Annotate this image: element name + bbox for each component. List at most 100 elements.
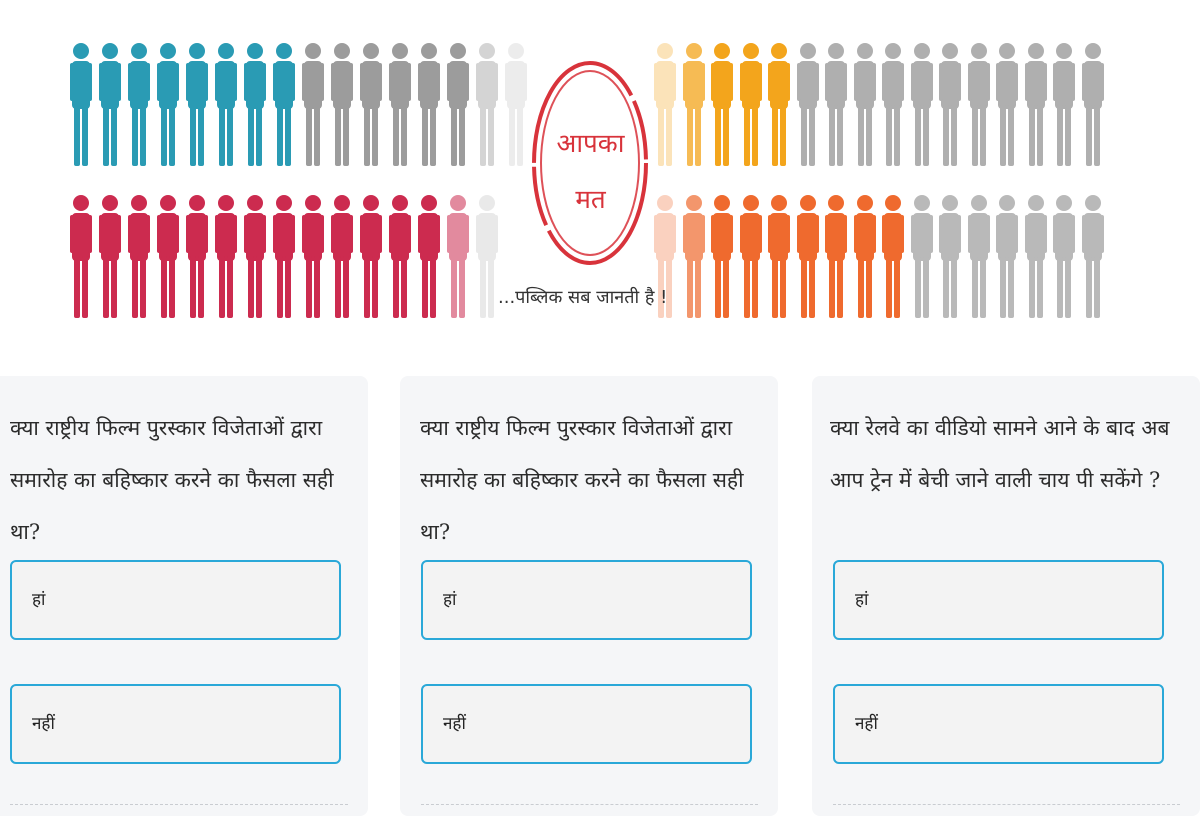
poll-question: क्या राष्ट्रीय फिल्म पुरस्कार विजेताओं द… xyxy=(10,416,334,544)
person-figure-icon xyxy=(302,43,324,166)
person-figure-icon xyxy=(853,43,876,166)
person-figure xyxy=(186,42,208,168)
option-no-button[interactable]: नहीं xyxy=(10,684,341,764)
person-figure xyxy=(99,42,121,168)
person-figure-icon xyxy=(360,43,382,166)
person-figure xyxy=(99,194,121,320)
person-figure-icon xyxy=(389,43,411,166)
option-label: हां xyxy=(443,590,457,610)
person-figure xyxy=(853,42,876,168)
person-figure-icon xyxy=(215,195,237,318)
person-figure xyxy=(825,42,847,168)
person-figure xyxy=(70,194,92,320)
poll-card: क्या राष्ट्रीय फिल्म पुरस्कार विजेताओं द… xyxy=(400,376,778,816)
person-figure xyxy=(447,194,469,320)
person-figure-icon xyxy=(157,195,179,318)
person-figure-icon xyxy=(360,195,382,318)
person-figure-icon xyxy=(768,195,790,318)
person-figure-icon xyxy=(1081,43,1104,166)
person-figure xyxy=(447,42,469,168)
person-figure xyxy=(331,194,353,320)
person-figure xyxy=(1053,194,1075,320)
person-figure xyxy=(389,194,411,320)
person-figure-icon xyxy=(1053,195,1075,318)
person-figure xyxy=(910,194,933,320)
person-figure xyxy=(505,42,527,168)
person-figure xyxy=(418,194,440,320)
poll-card: क्या रेलवे का वीडियो सामने आने के बाद अब… xyxy=(812,376,1200,816)
person-figure xyxy=(418,42,440,168)
option-no-button[interactable]: नहीं xyxy=(421,684,752,764)
option-label: नहीं xyxy=(855,714,878,734)
person-figure xyxy=(1024,194,1047,320)
card-divider xyxy=(833,804,1180,805)
option-label: नहीं xyxy=(32,714,55,734)
person-figure-icon xyxy=(128,195,150,318)
option-label: नहीं xyxy=(443,714,466,734)
person-figure-icon xyxy=(654,43,676,166)
person-figure xyxy=(1024,42,1047,168)
person-figure-icon xyxy=(70,43,92,166)
person-figure xyxy=(882,194,904,320)
person-figure-icon xyxy=(853,195,876,318)
person-figure-icon xyxy=(939,43,961,166)
person-figure xyxy=(939,42,961,168)
person-figure xyxy=(186,194,208,320)
person-figure-icon xyxy=(939,195,961,318)
person-figure-icon xyxy=(996,43,1018,166)
person-figure xyxy=(1081,194,1104,320)
person-figure-icon xyxy=(768,43,790,166)
person-figure-icon xyxy=(389,195,411,318)
person-figure-icon xyxy=(331,43,353,166)
person-figure-icon xyxy=(796,43,819,166)
person-figure xyxy=(996,42,1018,168)
person-figure-icon xyxy=(825,43,847,166)
person-figure xyxy=(128,194,150,320)
person-figure-icon xyxy=(331,195,353,318)
option-no-button[interactable]: नहीं xyxy=(833,684,1164,764)
option-yes-button[interactable]: हां xyxy=(833,560,1164,640)
person-figure xyxy=(1053,42,1075,168)
person-figure-icon xyxy=(967,195,990,318)
person-figure xyxy=(711,42,733,168)
person-figure xyxy=(853,194,876,320)
poll-question: क्या राष्ट्रीय फिल्म पुरस्कार विजेताओं द… xyxy=(420,416,744,544)
poll-card: क्या राष्ट्रीय फिल्म पुरस्कार विजेताओं द… xyxy=(0,376,368,816)
person-figure xyxy=(157,194,179,320)
person-figure-icon xyxy=(505,43,527,166)
person-figure xyxy=(768,194,790,320)
aapka-mat-seal: आपका मत xyxy=(528,52,653,274)
person-figure-icon xyxy=(910,43,933,166)
seal-word-mat: मत xyxy=(575,185,606,215)
person-figure xyxy=(70,42,92,168)
person-figure-icon xyxy=(70,195,92,318)
person-figure xyxy=(768,42,790,168)
person-figure-icon xyxy=(157,43,179,166)
person-figure-icon xyxy=(273,43,295,166)
person-figure xyxy=(967,42,990,168)
person-figure xyxy=(476,194,498,320)
person-figure-icon xyxy=(882,43,904,166)
person-figure-icon xyxy=(882,195,904,318)
option-yes-button[interactable]: हां xyxy=(421,560,752,640)
person-figure-icon xyxy=(186,195,208,318)
person-figure-icon xyxy=(476,43,498,166)
person-figure-icon xyxy=(996,195,1018,318)
person-figure-icon xyxy=(739,43,762,166)
person-figure xyxy=(215,42,237,168)
option-yes-button[interactable]: हां xyxy=(10,560,341,640)
person-figure xyxy=(302,42,324,168)
person-figure xyxy=(476,42,498,168)
person-figure-icon xyxy=(273,195,295,318)
person-figure-icon xyxy=(244,43,266,166)
person-figure-icon xyxy=(128,43,150,166)
person-figure-icon xyxy=(910,195,933,318)
person-figure-icon xyxy=(1024,195,1047,318)
person-figure xyxy=(157,42,179,168)
person-figure-icon xyxy=(967,43,990,166)
person-figure-icon xyxy=(476,195,498,318)
person-figure-icon xyxy=(418,43,440,166)
person-figure xyxy=(910,42,933,168)
person-figure-icon xyxy=(99,195,121,318)
person-figure-icon xyxy=(418,195,440,318)
